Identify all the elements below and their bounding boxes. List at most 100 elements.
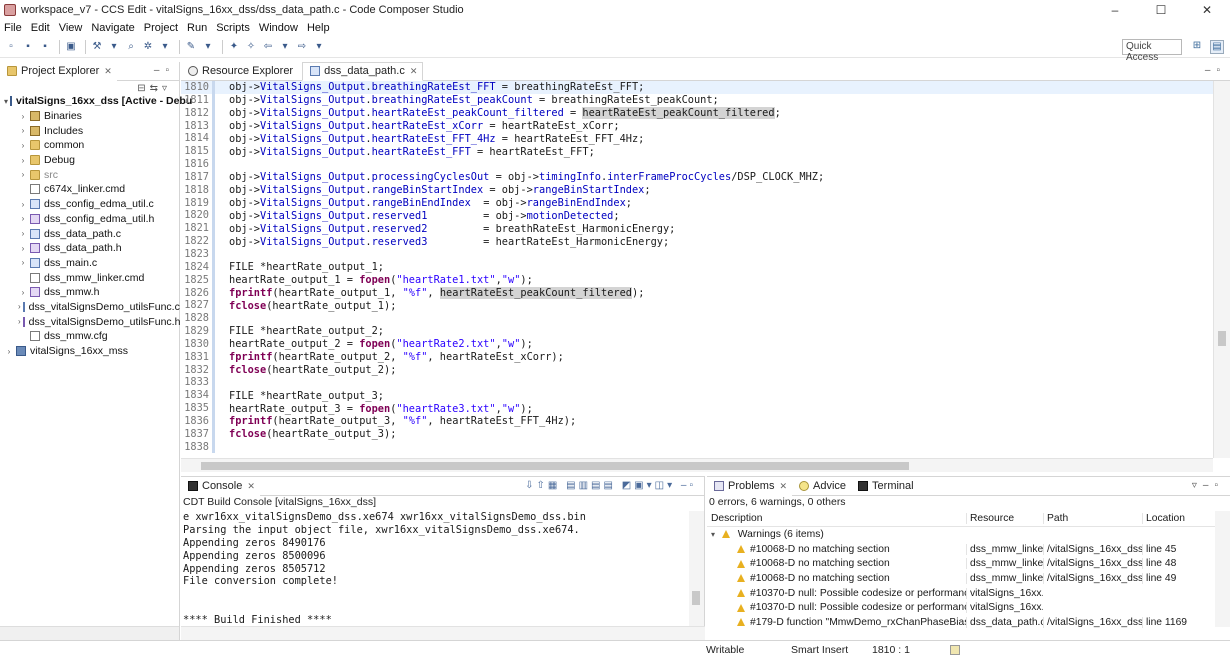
- tree-item[interactable]: dss_mmw_linker.cmd: [0, 270, 179, 285]
- tree-item[interactable]: › dss_vitalSignsDemo_utilsFunc.c: [0, 300, 180, 315]
- code-line[interactable]: 1814 obj->VitalSigns_Output.heartRateEst_…: [181, 132, 1213, 146]
- tab-terminal[interactable]: Terminal: [851, 477, 919, 496]
- code-line[interactable]: 1823: [181, 247, 1213, 261]
- menu-window[interactable]: Window: [259, 22, 298, 34]
- code-line[interactable]: 1824 FILE *heartRate_output_1;: [181, 260, 1213, 274]
- code-line[interactable]: 1832 fclose(heartRate_output_2);: [181, 363, 1213, 377]
- tree-item[interactable]: c674x_linker.cmd: [0, 182, 179, 197]
- code-line[interactable]: 1828: [181, 312, 1213, 326]
- menu-file[interactable]: File: [4, 22, 22, 34]
- back-icon[interactable]: ⇦: [261, 40, 275, 54]
- menu-edit[interactable]: Edit: [31, 22, 50, 34]
- status-indicator-icon[interactable]: [950, 645, 960, 655]
- table-row[interactable]: #10370-D null: Possible codesize or perf…: [707, 586, 1215, 601]
- tree-item[interactable]: › dss_mmw.h: [0, 285, 179, 300]
- ccs-edit-perspective-icon[interactable]: ▤: [1210, 40, 1224, 54]
- tree-item[interactable]: › dss_main.c: [0, 256, 179, 271]
- code-line[interactable]: 1835 heartRate_output_3 = fopen("heartRat…: [181, 402, 1213, 415]
- chevron-right-icon[interactable]: ›: [18, 200, 28, 209]
- tab-console[interactable]: Console ✕: [181, 476, 260, 496]
- tree-item[interactable]: ▾ vitalSigns_16xx_dss [Active - Debu: [0, 94, 192, 109]
- quick-access-field[interactable]: Quick Access: [1122, 39, 1182, 63]
- code-line[interactable]: 1820 obj->VitalSigns_Output.reserved1 = o…: [181, 209, 1213, 223]
- code-line[interactable]: 1831 fprintf(heartRate_output_2, "%f", he…: [181, 350, 1213, 364]
- vertical-scrollbar[interactable]: [1213, 81, 1230, 458]
- close-button[interactable]: ✕: [1184, 3, 1230, 17]
- dropdown-icon[interactable]: ▾: [201, 40, 215, 54]
- last-edit-icon[interactable]: ✦: [227, 40, 241, 54]
- code-line[interactable]: 1815 obj->VitalSigns_Output.heartRateEst_…: [181, 145, 1213, 159]
- horizontal-scrollbar[interactable]: [181, 458, 1213, 472]
- tree-item[interactable]: › dss_vitalSignsDemo_utilsFunc.h: [0, 314, 180, 329]
- view-min-max-icons[interactable]: –▫: [154, 65, 175, 76]
- horizontal-scrollbar[interactable]: [0, 626, 179, 640]
- table-row[interactable]: #10068-D no matching section dss_mmw_link…: [707, 542, 1215, 557]
- close-icon[interactable]: ✕: [410, 66, 418, 77]
- chevron-right-icon[interactable]: ›: [18, 288, 28, 297]
- collapse-all-icon[interactable]: ⊟: [137, 83, 149, 94]
- chevron-right-icon[interactable]: ›: [18, 302, 21, 311]
- tree-item[interactable]: › dss_config_edma_util.c: [0, 197, 179, 212]
- tree-item[interactable]: › vitalSigns_16xx_mss: [0, 344, 179, 359]
- code-line[interactable]: 1822 obj->VitalSigns_Output.reserved3 = h…: [181, 235, 1213, 248]
- tree-item[interactable]: › dss_config_edma_util.h: [0, 212, 179, 227]
- code-line[interactable]: 1821 obj->VitalSigns_Output.reserved2 = b…: [181, 222, 1213, 236]
- code-line[interactable]: 1818 obj->VitalSigns_Output.rangeBinStart…: [181, 183, 1213, 197]
- scroll-thumb[interactable]: [201, 462, 909, 470]
- tree-item[interactable]: › Debug: [0, 153, 179, 168]
- dropdown-icon[interactable]: ▾: [312, 40, 326, 54]
- chevron-right-icon[interactable]: ›: [18, 156, 28, 165]
- table-row[interactable]: #10068-D no matching section dss_mmw_link…: [707, 571, 1215, 586]
- chevron-right-icon[interactable]: ›: [18, 229, 28, 238]
- code-line[interactable]: 1817 obj->VitalSigns_Output.processingCyc…: [181, 170, 1213, 184]
- view-menu-min-max-icons[interactable]: ▿–▫: [1192, 480, 1224, 491]
- code-line[interactable]: 1813 obj->VitalSigns_Output.heartRateEst_…: [181, 119, 1213, 133]
- editor-min-max-icons[interactable]: –▫: [1205, 65, 1226, 76]
- vertical-scrollbar[interactable]: [689, 511, 704, 627]
- console-toolbar[interactable]: ⇩⇧▦ ▤▥▤▤ ◩▣▾◫▾ –▫: [525, 480, 696, 491]
- menu-navigate[interactable]: Navigate: [91, 22, 134, 34]
- menu-view[interactable]: View: [59, 22, 83, 34]
- table-row[interactable]: #10068-D no matching section dss_mmw_link…: [707, 556, 1215, 571]
- tree-item[interactable]: dss_mmw.cfg: [0, 329, 179, 344]
- tree-item[interactable]: › dss_data_path.h: [0, 241, 179, 256]
- vertical-scrollbar[interactable]: [1215, 511, 1230, 627]
- search-icon[interactable]: ⌕: [124, 40, 138, 54]
- scroll-thumb[interactable]: [692, 591, 700, 605]
- scroll-thumb[interactable]: [1218, 331, 1226, 346]
- open-perspective-icon[interactable]: ⊞: [1190, 40, 1204, 54]
- horizontal-scrollbar[interactable]: [181, 626, 705, 640]
- chevron-down-icon[interactable]: ▾: [711, 530, 715, 539]
- warnings-group-row[interactable]: ▾ Warnings (6 items): [707, 527, 1215, 542]
- tab-resource-explorer[interactable]: Resource Explorer: [181, 62, 298, 81]
- tree-item[interactable]: › src: [0, 167, 179, 182]
- build-icon[interactable]: ⚒: [90, 40, 104, 54]
- save-icon[interactable]: ▪: [21, 40, 35, 54]
- dropdown-icon[interactable]: ▾: [278, 40, 292, 54]
- save-all-icon[interactable]: ▪: [38, 40, 52, 54]
- terminal-icon[interactable]: ▣: [64, 40, 78, 54]
- chevron-right-icon[interactable]: ›: [18, 126, 28, 135]
- annotation-icon[interactable]: ✧: [244, 40, 258, 54]
- flash-icon[interactable]: ✎: [184, 40, 198, 54]
- column-description[interactable]: Description: [707, 513, 966, 524]
- code-line[interactable]: 1810 obj->VitalSigns_Output.breathingRate…: [181, 81, 1213, 94]
- chevron-right-icon[interactable]: ›: [18, 317, 21, 326]
- code-line[interactable]: 1838: [181, 440, 1213, 454]
- chevron-right-icon[interactable]: ›: [18, 214, 28, 223]
- menu-run[interactable]: Run: [187, 22, 207, 34]
- tab-problems[interactable]: Problems ✕: [707, 476, 793, 496]
- code-line[interactable]: 1837 fclose(heartRate_output_3);: [181, 427, 1213, 441]
- code-line[interactable]: 1830 heartRate_output_2 = fopen("heartRat…: [181, 337, 1213, 351]
- code-line[interactable]: 1816: [181, 158, 1213, 171]
- tab-advice[interactable]: Advice: [792, 477, 851, 496]
- dropdown-icon[interactable]: ▾: [107, 40, 121, 54]
- chevron-down-icon[interactable]: ▾: [4, 97, 8, 106]
- code-line[interactable]: 1833: [181, 376, 1213, 390]
- close-icon[interactable]: ✕: [779, 481, 787, 492]
- chevron-right-icon[interactable]: ›: [18, 258, 28, 267]
- link-editor-icon[interactable]: ⇆: [150, 83, 162, 94]
- tab-project-explorer[interactable]: Project Explorer ✕: [0, 61, 117, 81]
- tree-item[interactable]: › dss_data_path.c: [0, 226, 179, 241]
- table-row[interactable]: #179-D function "MmwDemo_rxChanPhaseBias…: [707, 615, 1215, 630]
